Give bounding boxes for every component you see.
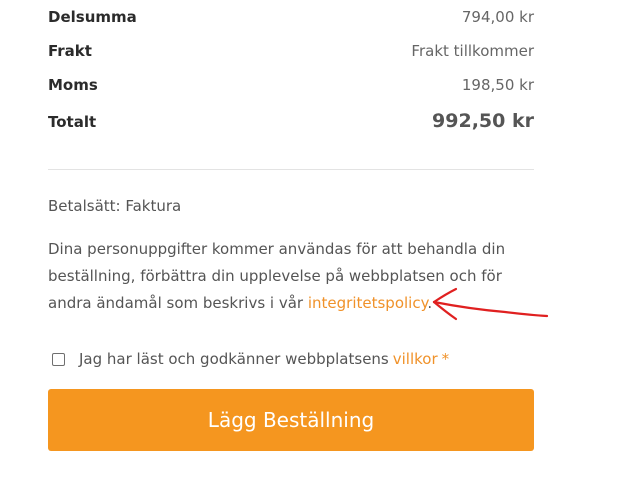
subtotal-row: Delsumma 794,00 kr	[48, 8, 534, 42]
tax-value: 198,50 kr	[461, 76, 534, 94]
total-row: Totalt 992,50 kr	[48, 110, 534, 150]
terms-row: Jag har läst och godkänner webbplatsens …	[48, 350, 449, 368]
shipping-label: Frakt	[48, 42, 92, 60]
tax-label: Moms	[48, 76, 98, 94]
privacy-policy-link[interactable]: integritetspolicy	[308, 294, 427, 312]
red-arrow-annotation-icon	[432, 287, 549, 321]
summary-divider	[48, 169, 534, 170]
tax-row: Moms 198,50 kr	[48, 76, 534, 110]
terms-text: Jag har läst och godkänner webbplatsens	[79, 350, 389, 368]
subtotal-value: 794,00 kr	[461, 8, 534, 26]
shipping-value: Frakt tillkommer	[411, 42, 534, 60]
place-order-button[interactable]: Lägg Beställning	[48, 389, 534, 451]
total-value: 992,50 kr	[432, 110, 534, 132]
required-mark: *	[441, 350, 450, 368]
total-label: Totalt	[48, 113, 97, 131]
payment-method: Betalsätt: Faktura	[48, 197, 182, 215]
subtotal-label: Delsumma	[48, 8, 137, 26]
terms-checkbox[interactable]	[52, 352, 65, 366]
terms-link[interactable]: villkor	[393, 350, 438, 368]
order-summary: Delsumma 794,00 kr Frakt Frakt tillkomme…	[48, 8, 534, 150]
shipping-row: Frakt Frakt tillkommer	[48, 42, 534, 76]
